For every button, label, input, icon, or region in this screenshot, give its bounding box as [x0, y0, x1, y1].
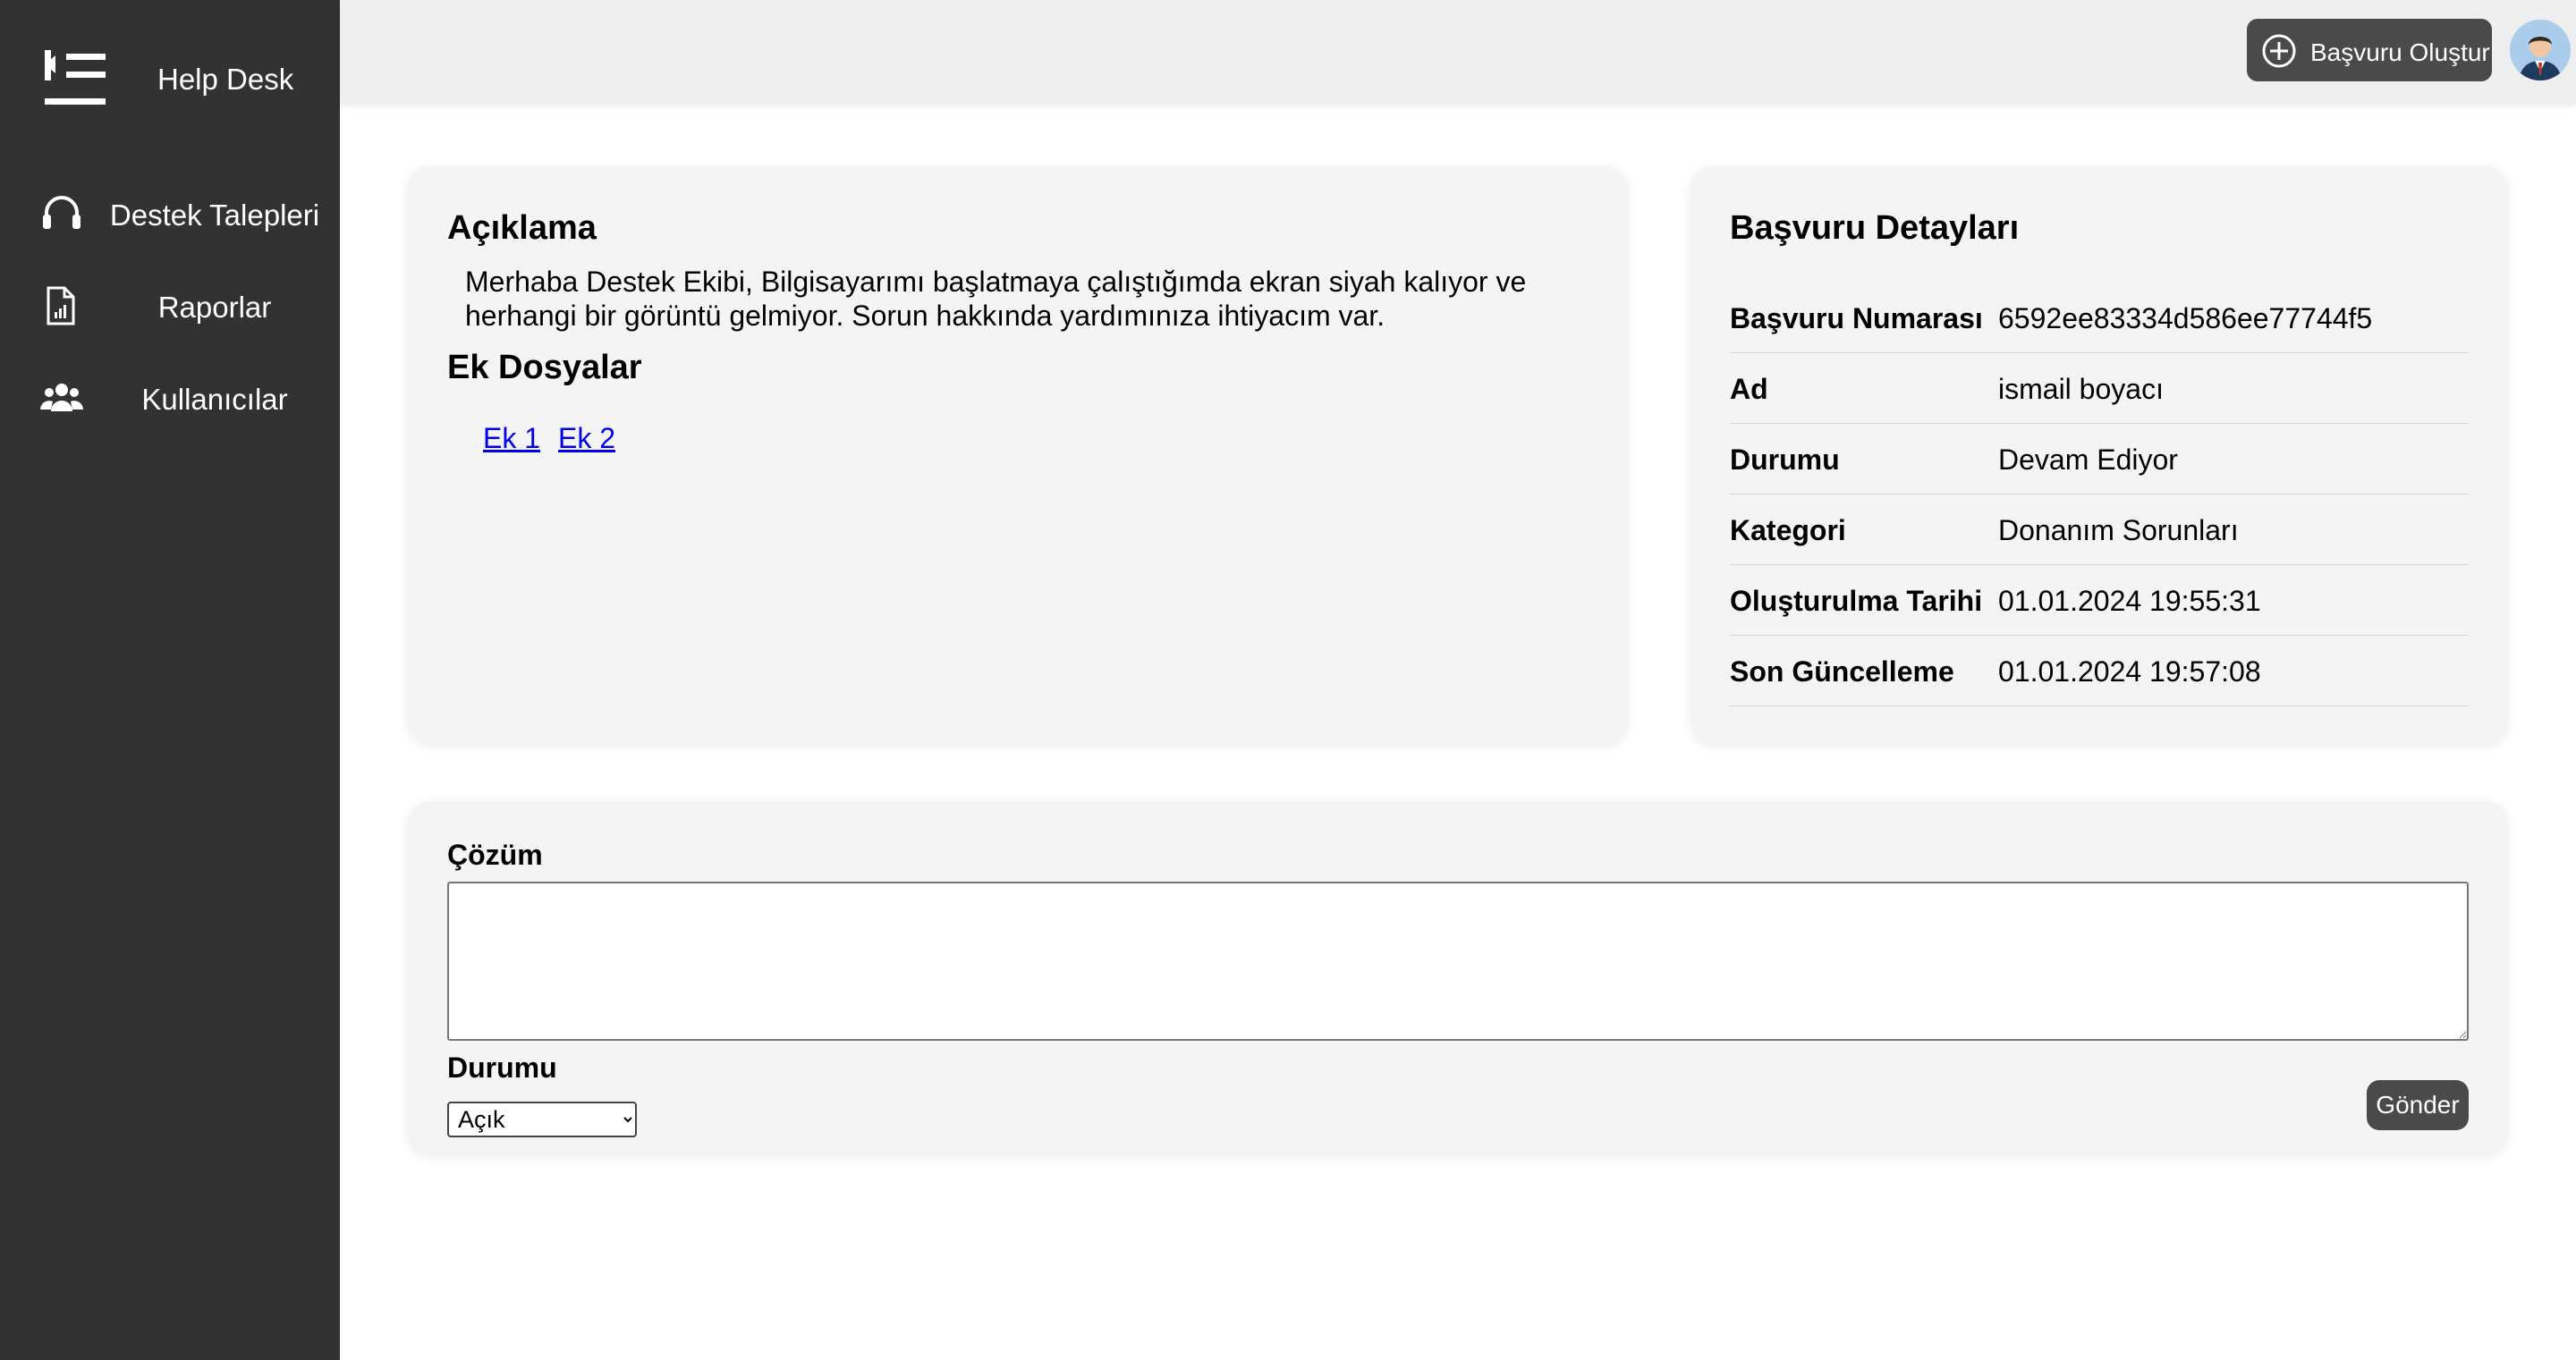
user-avatar-icon — [2510, 20, 2571, 80]
description-card: Açıklama Merhaba Destek Ekibi, Bilgisaya… — [408, 166, 1628, 744]
description-text: Merhaba Destek Ekibi, Bilgisayarımı başl… — [465, 266, 1527, 332]
detail-row-application-number: Başvuru Numarası 6592ee83334d586ee77744f… — [1730, 283, 2469, 353]
detail-row-status: Durumu Devam Ediyor — [1730, 424, 2469, 494]
sidebar-item-label: Kullanıcılar — [141, 383, 288, 416]
sidebar-item-label: Raporlar — [157, 291, 272, 324]
detail-key: Ad — [1730, 373, 1768, 405]
attachment-link[interactable]: Ek 1 — [483, 422, 540, 455]
detail-value: Donanım Sorunları — [1998, 514, 2239, 546]
sidebar-item-label: Destek Talepleri — [109, 199, 320, 232]
avatar[interactable] — [2510, 20, 2571, 80]
detail-key: Son Güncelleme — [1730, 655, 1954, 688]
detail-row-category: Kategori Donanım Sorunları — [1730, 494, 2469, 565]
detail-key: Başvuru Numarası — [1730, 302, 1983, 334]
headset-icon — [43, 196, 80, 229]
detail-value: ismail boyacı — [1998, 373, 2164, 405]
send-button[interactable]: Gönder — [2367, 1080, 2469, 1130]
details-title: Başvuru Detayları — [1730, 209, 2020, 247]
detail-key: Durumu — [1730, 443, 1840, 476]
detail-key: Oluşturulma Tarihi — [1730, 585, 1983, 617]
attachments-title: Ek Dosyalar — [447, 349, 642, 386]
collapse-menu-icon[interactable] — [41, 46, 113, 109]
detail-value: 6592ee83334d586ee77744f5 — [1998, 302, 2373, 334]
status-label: Durumu — [447, 1052, 557, 1084]
app-title: Help Desk — [157, 63, 294, 96]
detail-value: 01.01.2024 19:55:31 — [1998, 585, 2261, 617]
detail-row-name: Ad ismail boyacı — [1730, 353, 2469, 424]
sidebar-item-kullanicilar[interactable]: Kullanıcılar — [0, 358, 340, 438]
users-icon — [40, 384, 83, 411]
detail-value: Devam Ediyor — [1998, 443, 2178, 476]
plus-circle-icon — [2262, 34, 2296, 68]
report-icon — [47, 286, 75, 325]
status-select[interactable]: Açık — [447, 1102, 637, 1137]
description-title: Açıklama — [447, 209, 597, 247]
top-bar — [340, 0, 2576, 104]
solution-label: Çözüm — [447, 839, 543, 871]
solution-textarea[interactable] — [447, 882, 2469, 1041]
sidebar: Help Desk Destek Talepleri Raporlar Kull… — [0, 0, 340, 1360]
detail-key: Kategori — [1730, 514, 1846, 546]
attachment-link[interactable]: Ek 2 — [558, 422, 615, 455]
create-application-label: Başvuru Oluştur — [2310, 38, 2490, 66]
create-application-button[interactable]: Başvuru Oluştur — [2247, 19, 2492, 81]
detail-value: 01.01.2024 19:57:08 — [1998, 655, 2261, 688]
detail-row-created-at: Oluşturulma Tarihi 01.01.2024 19:55:31 — [1730, 565, 2469, 636]
application-details-card: Başvuru Detayları Başvuru Numarası 6592e… — [1690, 166, 2508, 744]
sidebar-item-raporlar[interactable]: Raporlar — [0, 266, 340, 346]
sidebar-item-destek-talepleri[interactable]: Destek Talepleri — [0, 173, 340, 254]
detail-row-updated-at: Son Güncelleme 01.01.2024 19:57:08 — [1730, 636, 2469, 706]
brand: Help Desk — [0, 0, 340, 157]
solution-card: Çözüm Durumu Açık Gönder — [408, 801, 2508, 1155]
